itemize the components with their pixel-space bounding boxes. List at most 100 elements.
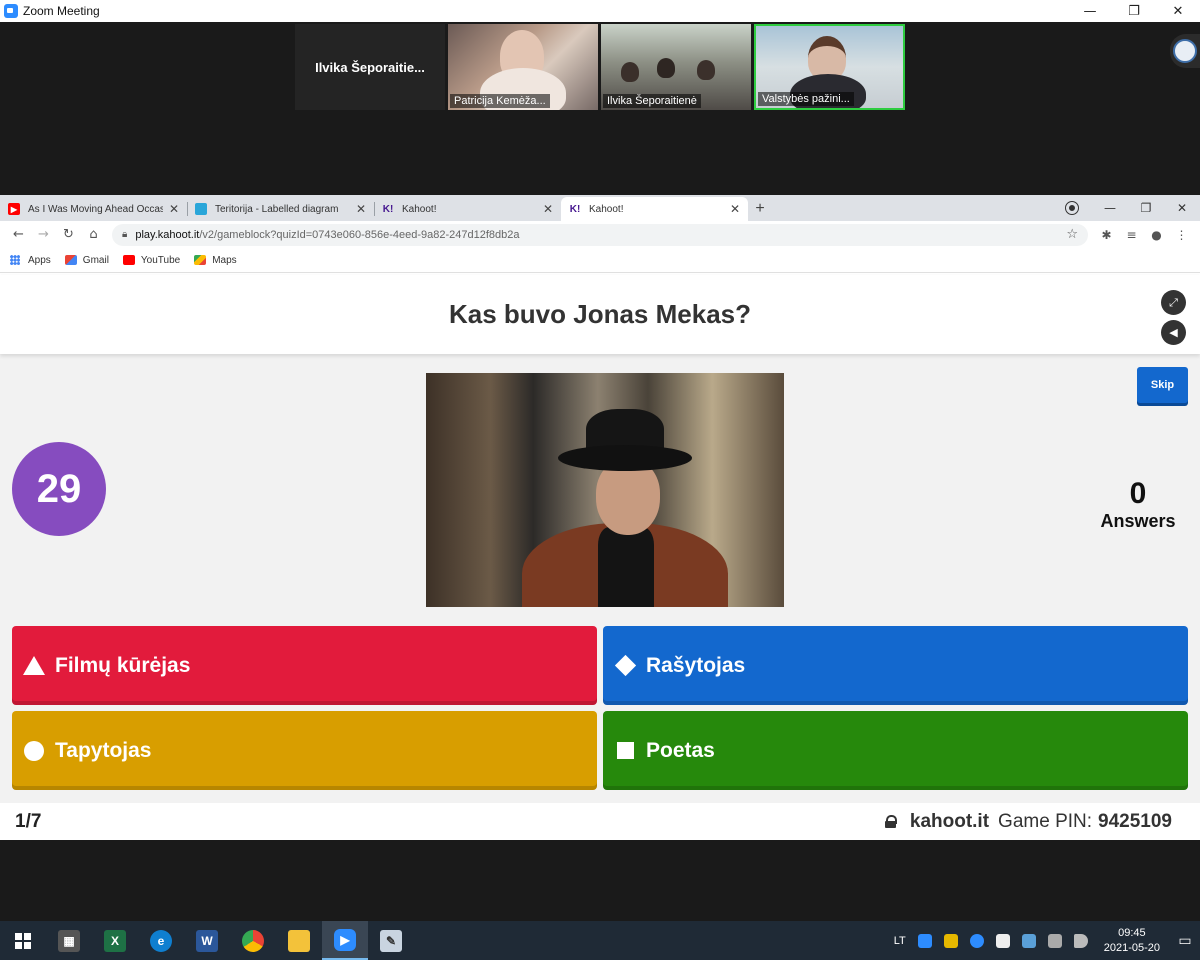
record-icon[interactable] [1065,201,1079,215]
minimize-button[interactable]: — [1068,0,1112,22]
browser-window: ▶ As I Was Moving Ahead Occasional ✕ Ter… [0,195,1200,840]
answer-option-triangle[interactable]: Filmų kūrėjas [12,626,597,705]
tab-kahoot[interactable]: K! Kahoot! ✕ [374,197,561,221]
zoom-window-controls: — ❐ ✕ [1068,0,1200,22]
bookmark-maps[interactable]: Maps [194,255,237,266]
restore-button[interactable]: ❐ [1112,0,1156,22]
tab-kahoot-active[interactable]: K! Kahoot! ✕ [561,197,748,221]
participant-name: Valstybės pažini... [758,92,854,106]
system-tray: LT 09:45 2021-05-20 ▭ [888,921,1200,960]
zoom-window-title: Zoom Meeting [23,4,100,18]
close-button[interactable]: ✕ [1156,0,1200,22]
taskbar-zoom[interactable]: ▶ [322,921,368,960]
close-icon[interactable]: ✕ [730,202,740,216]
tab-title: Kahoot! [589,203,624,215]
bookmark-youtube[interactable]: YouTube [122,254,181,266]
bookmark-apps[interactable]: Apps [10,255,51,266]
start-button[interactable] [0,921,46,960]
network-icon[interactable] [1047,933,1062,948]
taskbar-edge[interactable]: e [138,921,184,960]
lock-icon[interactable]: 🔒︎ [122,229,127,240]
new-tab-button[interactable]: + [748,197,772,221]
close-icon[interactable]: ✕ [543,202,553,216]
excel-icon: X [104,929,126,952]
browser-window-controls: — ❐ ✕ [1065,195,1200,221]
reload-icon[interactable]: ↻ [56,227,81,242]
participant-name: Ilvika Šeporaitienė [603,94,701,108]
bookmark-label: Apps [28,254,51,266]
browser-close-button[interactable]: ✕ [1164,201,1200,215]
taskbar-file-explorer[interactable] [276,921,322,960]
taskbar-chrome[interactable] [230,921,276,960]
image-hat-brim [558,445,692,471]
close-icon[interactable]: ✕ [169,202,179,216]
tab-wordwall[interactable]: Teritorija - Labelled diagram ✕ [187,197,374,221]
answer-option-square[interactable]: Poetas [603,711,1188,790]
taskbar-paint[interactable]: ✎ [368,921,414,960]
onedrive-tray-icon[interactable] [1021,933,1036,948]
home-icon[interactable]: ⌂ [81,227,106,242]
fullscreen-icon[interactable]: ⤢ [1161,290,1186,315]
participant-video-person [621,62,639,82]
answer-label: Filmų kūrėjas [55,653,191,677]
back-icon[interactable]: ← [6,227,31,242]
answer-label: Tapytojas [55,738,152,762]
zoom-tray-icon[interactable] [917,933,932,948]
zoom-titlebar: Zoom Meeting — ❐ ✕ [0,0,1200,22]
forward-icon[interactable]: → [31,227,56,242]
answer-option-circle[interactable]: Tapytojas [12,711,597,790]
participant-tile[interactable]: Patricija Kemėža... [448,24,598,110]
calculator-icon: ▦ [58,929,80,952]
bookmark-label: YouTube [140,254,181,266]
volume-icon[interactable] [1073,933,1088,948]
image-shirt [598,527,654,607]
taskbar-word[interactable]: W [184,921,230,960]
tab-title: Teritorija - Labelled diagram [215,203,339,215]
close-icon[interactable]: ✕ [356,202,366,216]
padlock-icon[interactable] [884,815,897,828]
security-tray-icon[interactable] [995,933,1010,948]
teamviewer-tray-icon[interactable] [969,933,984,948]
square-icon [614,740,636,762]
participant-tile[interactable]: Ilvika Šeporaitie... [295,24,445,110]
bookmark-gmail[interactable]: Gmail [64,255,109,266]
question-progress: 1/7 [15,810,42,832]
participant-tile-active-speaker[interactable]: Valstybės pažini... [754,24,905,110]
browser-minimize-button[interactable]: — [1092,201,1128,215]
answer-option-diamond[interactable]: Rašytojas [603,626,1188,705]
raise-hand-button[interactable] [1170,34,1200,68]
chrome-icon [242,929,264,952]
edge-icon: e [150,929,172,952]
countdown-timer: 29 [12,442,106,536]
app-tray-icon[interactable] [943,933,958,948]
notification-icon[interactable]: ▭ [1170,933,1200,949]
participant-video-person [697,60,715,80]
diamond-icon [614,654,636,677]
tab-title: As I Was Moving Ahead Occasional [28,203,163,215]
tab-bar: ▶ As I Was Moving Ahead Occasional ✕ Ter… [0,195,1200,221]
browser-restore-button[interactable]: ❐ [1128,201,1164,215]
bookmark-star-icon[interactable]: ☆ [1066,227,1078,242]
taskbar-excel[interactable]: X [92,921,138,960]
sound-icon[interactable]: ◀ [1161,320,1186,345]
triangle-icon [23,656,45,675]
skip-button[interactable]: Skip [1137,367,1188,403]
taskbar-calculator[interactable]: ▦ [46,921,92,960]
game-footer: 1/7 kahoot.it Game PIN: 9425109 [0,803,1200,840]
hand-icon [1173,39,1197,63]
word-icon: W [196,929,218,952]
media-control-icon[interactable]: ≡ [1119,228,1144,242]
tab-youtube[interactable]: ▶ As I Was Moving Ahead Occasional ✕ [0,197,187,221]
system-clock[interactable]: 09:45 2021-05-20 [1104,926,1160,956]
menu-icon[interactable]: ⋮ [1169,228,1194,242]
profile-icon[interactable]: ● [1144,228,1169,242]
address-bar[interactable]: 🔒︎ play.kahoot.it/v2/gameblock?quizId=07… [112,223,1088,246]
maps-icon [194,255,207,265]
zoom-logo-icon [4,4,18,18]
extensions-icon[interactable]: ✱ [1094,228,1119,242]
participant-video-person [657,58,675,78]
answers-number: 0 [1129,477,1147,510]
participant-tile[interactable]: Ilvika Šeporaitienė [601,24,751,110]
language-indicator[interactable]: LT [894,935,906,947]
answers-counter: 0 Answers [1088,477,1188,532]
